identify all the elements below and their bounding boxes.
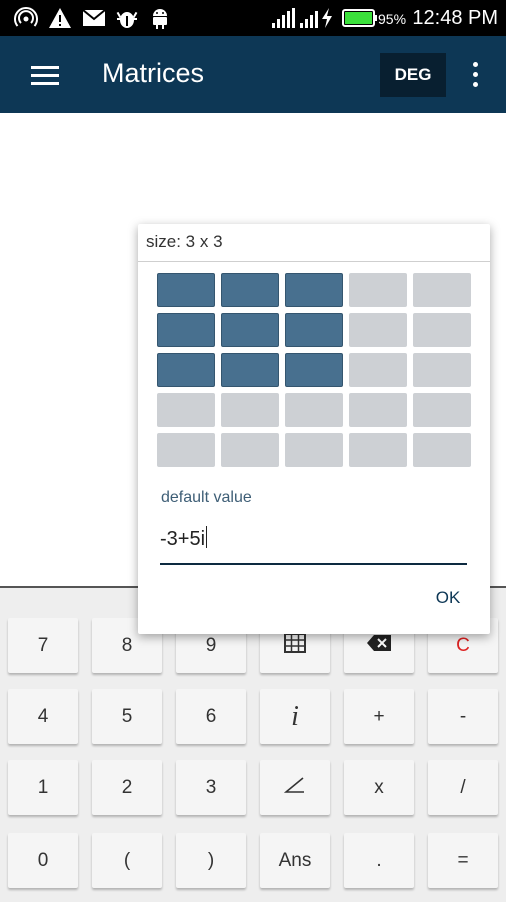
hotspot-icon bbox=[14, 6, 38, 30]
size-cell-2x4[interactable] bbox=[349, 313, 407, 347]
decimal-button[interactable]: . bbox=[344, 833, 414, 888]
input-underline bbox=[160, 563, 467, 565]
multiply-button[interactable]: x bbox=[344, 760, 414, 815]
size-cell-3x4[interactable] bbox=[349, 353, 407, 387]
equals-button[interactable]: = bbox=[428, 833, 498, 888]
status-bar: 95% 12:48 PM bbox=[0, 0, 506, 36]
angle-button[interactable] bbox=[260, 760, 330, 815]
default-value-field[interactable]: -3+5i bbox=[160, 526, 466, 562]
backspace-icon bbox=[366, 634, 392, 658]
size-cell-5x4[interactable] bbox=[349, 433, 407, 467]
dialog-title: size: 3 x 3 bbox=[146, 232, 223, 251]
size-cell-2x5[interactable] bbox=[413, 313, 471, 347]
minus-button[interactable]: - bbox=[428, 689, 498, 744]
size-cell-2x3[interactable] bbox=[285, 313, 343, 347]
size-cell-5x2[interactable] bbox=[221, 433, 279, 467]
battery-icon bbox=[342, 6, 378, 30]
key-1[interactable]: 1 bbox=[8, 760, 78, 815]
plus-button[interactable]: + bbox=[344, 689, 414, 744]
default-value-label: default value bbox=[161, 489, 252, 506]
ans-button[interactable]: Ans bbox=[260, 833, 330, 888]
page-title: Matrices bbox=[102, 58, 205, 88]
size-cell-4x3[interactable] bbox=[285, 393, 343, 427]
more-vert-icon[interactable] bbox=[471, 62, 479, 88]
warning-icon bbox=[48, 6, 72, 30]
key-7[interactable]: 7 bbox=[8, 618, 78, 673]
mail-icon bbox=[82, 6, 106, 30]
battery-percent: 95% bbox=[378, 11, 407, 27]
size-cell-4x1[interactable] bbox=[157, 393, 215, 427]
divide-button[interactable]: / bbox=[428, 760, 498, 815]
size-cell-1x2[interactable] bbox=[221, 273, 279, 307]
size-cell-5x3[interactable] bbox=[285, 433, 343, 467]
matrix-icon bbox=[284, 632, 306, 659]
size-cell-5x5[interactable] bbox=[413, 433, 471, 467]
size-cell-4x2[interactable] bbox=[221, 393, 279, 427]
signal-icon bbox=[270, 6, 296, 30]
size-cell-2x1[interactable] bbox=[157, 313, 215, 347]
size-cell-1x3[interactable] bbox=[285, 273, 343, 307]
size-cell-3x3[interactable] bbox=[285, 353, 343, 387]
ok-button[interactable]: OK bbox=[426, 584, 470, 612]
key-2[interactable]: 2 bbox=[92, 760, 162, 815]
key-0[interactable]: 0 bbox=[8, 833, 78, 888]
app-bar: Matrices DEG bbox=[0, 36, 506, 113]
size-cell-3x2[interactable] bbox=[221, 353, 279, 387]
size-cell-2x2[interactable] bbox=[221, 313, 279, 347]
size-cell-1x5[interactable] bbox=[413, 273, 471, 307]
text-cursor bbox=[206, 526, 208, 548]
android-debug-icon bbox=[115, 6, 139, 30]
key-3[interactable]: 3 bbox=[176, 760, 246, 815]
default-value-text: -3+5i bbox=[160, 528, 206, 550]
key-5[interactable]: 5 bbox=[92, 689, 162, 744]
size-cell-4x5[interactable] bbox=[413, 393, 471, 427]
imaginary-unit-button[interactable]: i bbox=[260, 689, 330, 744]
size-cell-1x1[interactable] bbox=[157, 273, 215, 307]
size-cell-4x4[interactable] bbox=[349, 393, 407, 427]
matrix-size-dialog: size: 3 x 3 default value -3+5i OK bbox=[138, 224, 490, 634]
key-6[interactable]: 6 bbox=[176, 689, 246, 744]
key-4[interactable]: 4 bbox=[8, 689, 78, 744]
open-paren-button[interactable]: ( bbox=[92, 833, 162, 888]
hamburger-menu-icon[interactable] bbox=[31, 66, 59, 86]
size-cell-3x1[interactable] bbox=[157, 353, 215, 387]
charging-icon bbox=[320, 6, 334, 30]
size-cell-1x4[interactable] bbox=[349, 273, 407, 307]
angle-icon bbox=[283, 776, 306, 800]
divider bbox=[138, 261, 490, 262]
signal-icon bbox=[298, 6, 322, 30]
size-cell-5x1[interactable] bbox=[157, 433, 215, 467]
size-cell-3x5[interactable] bbox=[413, 353, 471, 387]
android-icon bbox=[149, 6, 171, 30]
angle-mode-button[interactable]: DEG bbox=[380, 53, 446, 97]
close-paren-button[interactable]: ) bbox=[176, 833, 246, 888]
clock: 12:48 PM bbox=[412, 7, 498, 29]
